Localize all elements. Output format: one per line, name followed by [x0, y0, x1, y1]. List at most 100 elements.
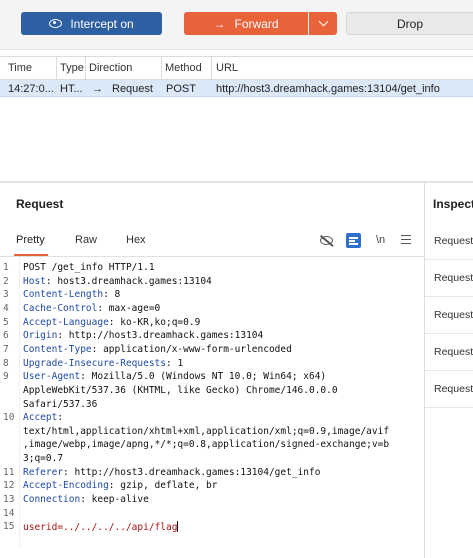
- column-header-type[interactable]: Type: [60, 62, 84, 74]
- header-value: text/html,application/xhtml+xml,applicat…: [23, 425, 390, 437]
- header-key: User-Agent: [23, 371, 81, 383]
- newline-toggle-icon[interactable]: \n: [376, 234, 385, 246]
- hide-nonprintable-icon[interactable]: [320, 236, 333, 245]
- eye-icon: [49, 19, 63, 28]
- header-value: : http://host3.dreamhack.games:13104/get…: [63, 466, 321, 478]
- line-text: Host: host3.dreamhack.games:13104: [23, 276, 212, 287]
- line-text: Referer: http://host3.dreamhack.games:13…: [23, 467, 320, 478]
- line-text: AppleWebKit/537.36 (KHTML, like Gecko) C…: [23, 385, 338, 396]
- line-text: Connection: keep-alive: [23, 494, 149, 505]
- column-header-direction[interactable]: Direction: [89, 62, 132, 74]
- line-number: 3: [3, 289, 9, 301]
- inspector-title: Inspector: [433, 197, 473, 211]
- tab-hex[interactable]: Hex: [126, 234, 146, 246]
- header-value: : 8: [103, 289, 121, 301]
- line-number: 15: [3, 521, 15, 533]
- inspector-request-attributes[interactable]: Request attributes: [425, 223, 473, 260]
- header-key: Accept: [23, 412, 58, 424]
- header-key: Content-Length: [23, 289, 104, 301]
- line-number: 2: [3, 275, 9, 287]
- header-key: Referer: [23, 466, 64, 478]
- header-key: Host: [23, 275, 46, 287]
- line-text: Content-Type: application/x-www-form-url…: [23, 344, 292, 355]
- header-key: Cache-Control: [23, 302, 98, 314]
- header-value: :: [57, 412, 64, 424]
- table-row[interactable]: 14:27:0... HT... → Request POST http://h…: [0, 80, 473, 97]
- pretty-format-icon[interactable]: [346, 233, 361, 248]
- column-header-time[interactable]: Time: [8, 62, 32, 74]
- history-table-header: Time Type Direction Method URL: [0, 56, 473, 80]
- column-header-url[interactable]: URL: [216, 62, 238, 74]
- text-cursor: [177, 521, 179, 533]
- line-number: 10: [3, 412, 15, 424]
- line-text: POST /get_info HTTP/1.1: [23, 262, 155, 273]
- row-type: HT...: [60, 83, 83, 95]
- request-view-tabs: Pretty Raw Hex \n: [0, 224, 424, 257]
- drop-label: Drop: [396, 16, 423, 31]
- line-text: Accept:: [23, 412, 63, 423]
- arrow-right-icon: →: [213, 16, 226, 31]
- forward-dropdown-button[interactable]: [309, 12, 337, 35]
- menu-icon[interactable]: [401, 235, 411, 244]
- header-value: : gzip, deflate, br: [108, 480, 218, 492]
- header-key: Content-Type: [23, 343, 92, 355]
- column-divider[interactable]: [161, 57, 162, 79]
- header-value: AppleWebKit/537.36 (KHTML, like Gecko) C…: [23, 384, 338, 396]
- line-text: Cache-Control: max-age=0: [23, 303, 160, 314]
- chevron-down-icon: [318, 16, 328, 27]
- header-key: Accept-Language: [23, 316, 109, 328]
- header-key: Upgrade-Insecure-Requests: [23, 357, 166, 369]
- header-key: Connection: [23, 494, 81, 506]
- inspector-request-body-params[interactable]: Request body parameters: [425, 297, 473, 334]
- line-number: 14: [3, 507, 15, 519]
- line-number: 1: [3, 262, 9, 273]
- line-text: Accept-Encoding: gzip, deflate, br: [23, 480, 217, 491]
- header-value: ,image/webp,image/apng,*/*;q=0.8,applica…: [23, 439, 390, 451]
- line-number: 12: [3, 480, 15, 492]
- row-direction: Request: [112, 83, 153, 95]
- body-text: userid=../../../../api/flag: [23, 522, 178, 534]
- header-value: 3;q=0.7: [23, 453, 64, 465]
- line-text: 3;q=0.7: [23, 453, 63, 464]
- header-value: : Mozilla/5.0 (Windows NT 10.0; Win64; x…: [80, 371, 327, 383]
- line-text: Content-Length: 8: [23, 289, 120, 300]
- request-editor[interactable]: 1 POST /get_info HTTP/1.1 2 Host: host3.dre…: [0, 257, 424, 558]
- column-divider[interactable]: [85, 57, 86, 79]
- line-number: 7: [3, 343, 9, 355]
- tab-pretty[interactable]: Pretty: [16, 234, 45, 246]
- header-key: Accept-Encoding: [23, 480, 109, 492]
- line-number: 5: [3, 316, 9, 328]
- column-divider[interactable]: [56, 57, 57, 79]
- header-value: : host3.dreamhack.games:13104: [45, 275, 212, 287]
- header-value: : max-age=0: [97, 302, 161, 314]
- drop-button[interactable]: Drop: [346, 12, 473, 35]
- request-panel-title: Request: [16, 197, 64, 211]
- line-number: 9: [3, 371, 9, 383]
- tab-raw[interactable]: Raw: [75, 234, 97, 246]
- intercept-toolbar: Intercept on → Forward Drop: [0, 0, 473, 50]
- header-value: : http://host3.dreamhack.games:13104: [57, 330, 264, 342]
- header-value: Safari/537.36: [23, 398, 98, 410]
- intercept-toggle-button[interactable]: Intercept on: [21, 12, 162, 35]
- intercept-label: Intercept on: [70, 16, 134, 31]
- column-header-method[interactable]: Method: [165, 62, 202, 74]
- row-url: http://host3.dreamhack.games:13104/get_i…: [216, 83, 440, 95]
- header-value: : 1: [166, 357, 184, 369]
- inspector-request-headers[interactable]: Request headers: [425, 371, 473, 408]
- direction-arrow-icon: →: [92, 83, 103, 95]
- line-text: text/html,application/xhtml+xml,applicat…: [23, 426, 389, 437]
- line-text: Upgrade-Insecure-Requests: 1: [23, 358, 183, 369]
- forward-button[interactable]: → Forward: [184, 12, 308, 35]
- forward-label: Forward: [234, 16, 279, 31]
- line-number: 8: [3, 357, 9, 369]
- line-number: 11: [3, 466, 15, 478]
- inspector-request-cookies[interactable]: Request cookies: [425, 334, 473, 371]
- line-number: 6: [3, 330, 9, 342]
- column-divider[interactable]: [211, 57, 212, 79]
- header-value: : keep-alive: [80, 494, 149, 506]
- pane-divider[interactable]: [0, 181, 473, 183]
- line-text: User-Agent: Mozilla/5.0 (Windows NT 10.0…: [23, 371, 326, 382]
- inspector-request-query-params[interactable]: Request query parameters: [425, 260, 473, 297]
- row-method: POST: [166, 83, 196, 95]
- line-text: userid=../../../../api/flag: [23, 521, 179, 534]
